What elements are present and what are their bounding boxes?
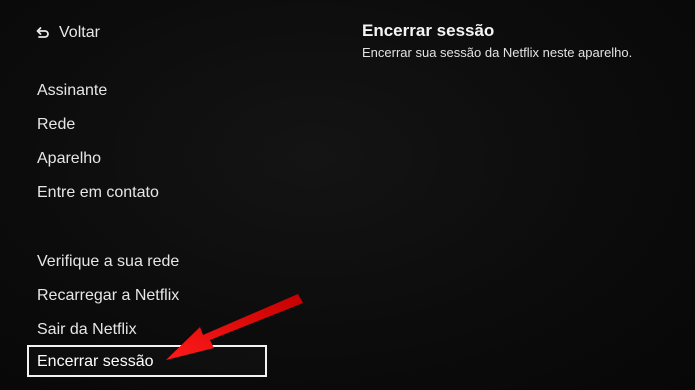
- menu-item-recarregar-netflix[interactable]: Recarregar a Netflix: [37, 286, 179, 306]
- back-arrow-icon: [36, 27, 49, 38]
- menu-item-assinante[interactable]: Assinante: [37, 81, 107, 101]
- menu-item-entre-em-contato[interactable]: Entre em contato: [37, 183, 159, 203]
- back-button[interactable]: Voltar: [35, 22, 100, 44]
- menu-item-sair-netflix[interactable]: Sair da Netflix: [37, 320, 137, 340]
- detail-description: Encerrar sua sessão da Netflix neste apa…: [362, 45, 633, 60]
- detail-panel: Encerrar sessão Encerrar sua sessão da N…: [362, 20, 682, 62]
- menu-item-verifique-rede[interactable]: Verifique a sua rede: [37, 252, 179, 272]
- back-label: Voltar: [59, 24, 100, 41]
- menu-item-rede[interactable]: Rede: [37, 115, 75, 135]
- menu-item-encerrar-sessao-label: Encerrar sessão: [37, 353, 154, 370]
- settings-menu: Voltar Assinante Rede Aparelho Entre em …: [0, 0, 310, 390]
- settings-screen: Voltar Assinante Rede Aparelho Entre em …: [0, 0, 695, 390]
- detail-title: Encerrar sessão: [362, 21, 495, 40]
- menu-item-encerrar-sessao[interactable]: Encerrar sessão: [27, 345, 267, 377]
- menu-item-aparelho[interactable]: Aparelho: [37, 149, 101, 169]
